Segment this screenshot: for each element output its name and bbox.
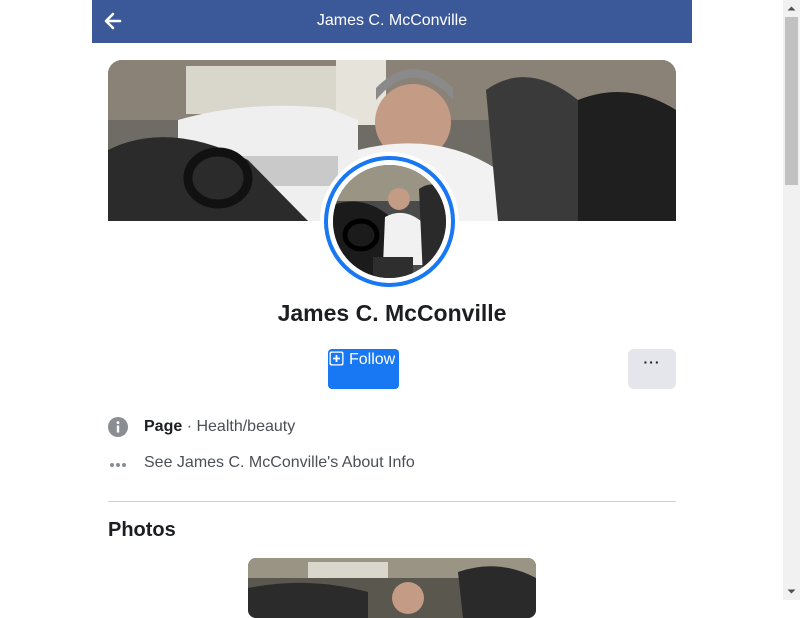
about-info-link[interactable]: See James C. McConville's About Info [144,453,415,473]
scroll-up-button[interactable] [783,0,800,17]
info-icon [108,417,128,437]
section-divider [108,501,676,502]
category-row: Page · Health/beauty [108,415,676,439]
follow-button-label: Follow [349,351,396,368]
plus-square-icon [329,351,344,366]
page-scrollbar[interactable] [783,0,800,600]
scroll-down-arrow-icon [787,589,796,594]
page-title: James C. McConville [316,12,468,29]
profile-picture-ring [324,156,455,287]
scrollbar-thumb[interactable] [785,17,798,185]
profile-photo [333,165,446,278]
follow-button[interactable]: Follow [328,349,399,389]
scroll-up-arrow-icon [787,6,796,11]
top-navigation-bar: James C. McConville [92,0,692,43]
about-info-row[interactable]: See James C. McConville's About Info [108,451,676,475]
scroll-down-button[interactable] [783,583,800,600]
category-type: Page [144,418,183,435]
ellipsis-icon [110,463,126,467]
category-separator: · [182,418,197,435]
photo-thumbnail[interactable] [248,558,536,618]
profile-page: James C. McConville James C. McConville … [92,0,692,618]
profile-picture[interactable] [320,152,459,291]
profile-name: James C. McConville [277,300,507,326]
more-dots-icon: ··· [643,354,661,370]
more-options-button[interactable]: ··· [628,349,676,389]
category-value: Health/beauty [196,418,296,435]
photos-heading: Photos [108,519,176,541]
category-text: Page · Health/beauty [144,417,295,437]
